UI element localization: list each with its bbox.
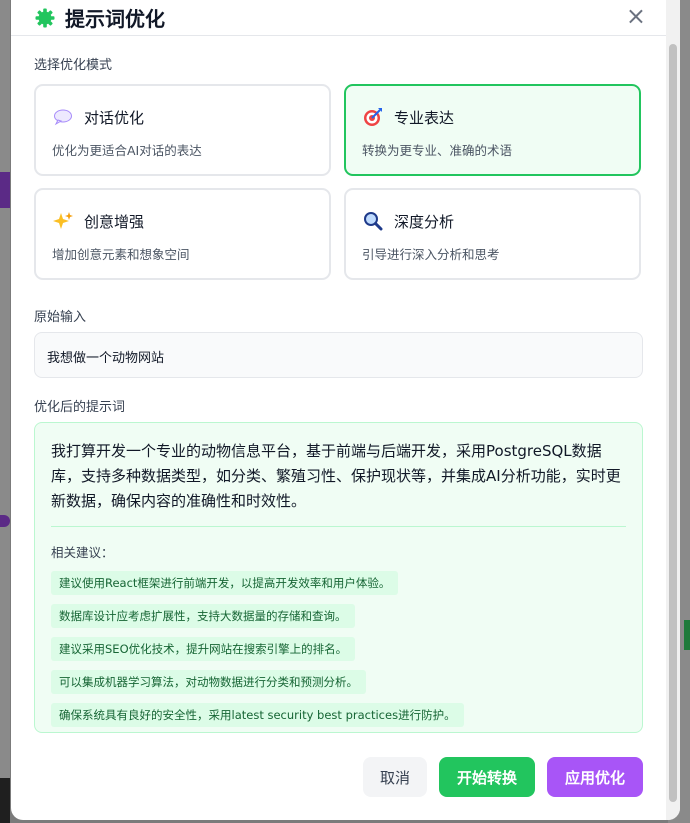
mode-desc: 转换为更专业、准确的术语	[362, 143, 513, 158]
divider	[51, 526, 626, 527]
mode-desc: 优化为更适合AI对话的表达	[52, 143, 202, 158]
dialog-title: 提示词优化	[65, 7, 165, 31]
suggestion-item[interactable]: 数据库设计应考虑扩展性，支持大数据量的存储和查询。	[51, 604, 355, 628]
mode-section-label: 选择优化模式	[34, 58, 113, 73]
background-dark-bar	[0, 778, 10, 823]
suggestion-item[interactable]: 确保系统具有良好的安全性，采用latest security best prac…	[51, 703, 464, 727]
magnifier-icon	[362, 210, 384, 232]
mode-title: 创意增强	[84, 212, 145, 231]
sparkles-icon	[52, 210, 74, 232]
start-convert-button[interactable]: 开始转换	[439, 757, 535, 797]
mode-card-professional[interactable]: 专业表达 转换为更专业、准确的术语	[344, 84, 641, 176]
mode-title: 对话优化	[84, 108, 145, 127]
optimized-prompt-text: 我打算开发一个专业的动物信息平台，基于前端与后端开发，采用PostgreSQL数…	[51, 442, 621, 510]
suggestion-item[interactable]: 建议采用SEO优化技术，提升网站在搜索引擎上的排名。	[51, 637, 356, 661]
dialog-header: 提示词优化	[11, 0, 666, 36]
mode-title: 深度分析	[394, 212, 455, 231]
mode-desc: 引导进行深入分析和思考	[362, 247, 500, 262]
background-purple-bar	[0, 172, 10, 208]
gear-icon	[35, 8, 55, 27]
original-input-field[interactable]: 我想做一个动物网站	[34, 332, 643, 378]
scrollbar-thumb[interactable]	[669, 44, 677, 802]
mode-card-dialog[interactable]: 对话优化 优化为更适合AI对话的表达	[34, 84, 331, 176]
speech-bubble-icon	[52, 106, 74, 128]
suggestion-item[interactable]: 可以集成机器学习算法，对动物数据进行分类和预测分析。	[51, 670, 366, 694]
background-left-panel	[0, 0, 10, 823]
apply-optimize-button[interactable]: 应用优化	[547, 757, 643, 797]
background-green-bar	[684, 620, 690, 650]
result-label: 优化后的提示词	[34, 400, 126, 415]
mode-title: 专业表达	[394, 108, 455, 127]
mode-card-deep-analysis[interactable]: 深度分析 引导进行深入分析和思考	[344, 188, 641, 280]
mode-desc: 增加创意元素和想象空间	[52, 247, 190, 262]
optimized-prompt-box: 我打算开发一个专业的动物信息平台，基于前端与后端开发，采用PostgreSQL数…	[34, 422, 643, 733]
mode-card-creative[interactable]: 创意增强 增加创意元素和想象空间	[34, 188, 331, 280]
input-label: 原始输入	[34, 310, 87, 325]
close-button[interactable]: ×	[626, 4, 646, 28]
suggestions-label: 相关建议：	[51, 545, 114, 560]
prompt-optimize-dialog: 提示词优化 × 选择优化模式 对话优化 优化为更适合AI对话的表达 专业表达 转…	[11, 0, 680, 820]
suggestions-list: 建议使用React框架进行前端开发，以提高开发效率和用户体验。 数据库设计应考虑…	[51, 571, 626, 727]
target-icon	[362, 106, 384, 128]
cancel-button[interactable]: 取消	[363, 757, 427, 797]
suggestion-item[interactable]: 建议使用React框架进行前端开发，以提高开发效率和用户体验。	[51, 571, 399, 595]
